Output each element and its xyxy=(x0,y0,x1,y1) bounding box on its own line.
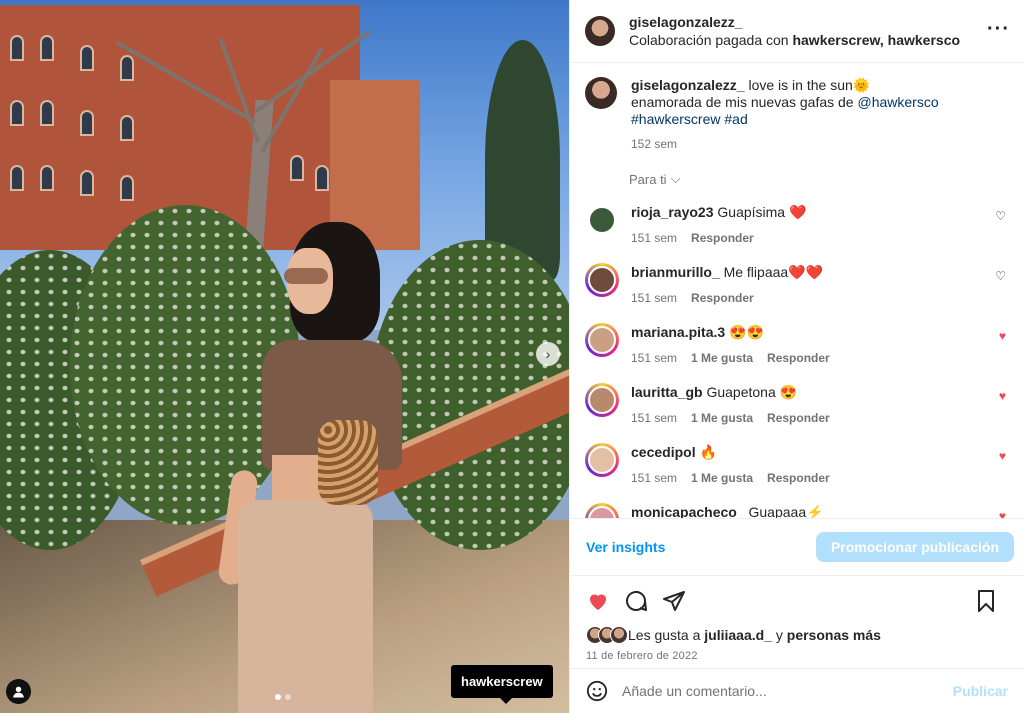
comment-meta: 151 sem 1 Me gusta Responder xyxy=(631,409,830,427)
promote-button[interactable]: Promocionar publicación xyxy=(815,532,1014,562)
comment-time: 151 sem xyxy=(631,471,678,485)
person-pants xyxy=(238,500,373,713)
add-comment-bar: Añade un comentario... Publicar xyxy=(570,668,1024,713)
comments-list[interactable]: giselagonzalezz_ love is in the sun🌞 ena… xyxy=(570,63,1024,518)
post-date: 11 de febrero de 2022 xyxy=(586,650,698,662)
comment-time: 151 sem xyxy=(631,411,678,425)
comment-meta: 151 sem Responder xyxy=(631,289,823,307)
reply-button[interactable]: Responder xyxy=(767,351,830,365)
comment-like-icon[interactable]: ♡ xyxy=(995,269,1006,283)
comment-time: 151 sem xyxy=(631,351,678,365)
comment-time: 151 sem xyxy=(631,231,678,245)
comment-likes[interactable]: 1 Me gusta xyxy=(691,471,753,485)
comment-meta: 151 sem Responder xyxy=(631,229,806,247)
carousel-next-button[interactable]: › xyxy=(536,342,560,366)
hashtag-link[interactable]: #ad xyxy=(724,111,747,127)
post-panel: giselagonzalezz_ Colaboración pagada con… xyxy=(569,0,1024,713)
comment-meta: 151 sem 1 Me gusta Responder xyxy=(631,469,830,487)
comment-like-icon[interactable]: ♥ xyxy=(999,389,1006,403)
header-username[interactable]: giselagonzalezz_ xyxy=(629,13,960,31)
caption-time: 152 sem xyxy=(631,137,678,151)
reply-button[interactable]: Responder xyxy=(767,471,830,485)
avatar[interactable] xyxy=(585,503,619,518)
emoji-icon[interactable] xyxy=(586,680,608,702)
comment-text: Me flipaaa❤️❤️ xyxy=(723,264,824,280)
comment-meta: 151 sem 1 Me gusta Responder xyxy=(631,349,830,367)
reply-button[interactable]: Responder xyxy=(691,231,754,245)
reply-button[interactable]: Responder xyxy=(691,291,754,305)
comment-row: rioja_rayo23 Guapísima ❤️ 151 sem Responde… xyxy=(585,203,1008,247)
view-insights-link[interactable]: Ver insights xyxy=(586,539,665,555)
comment-thread: rioja_rayo23 Guapísima ❤️ 151 sem Responde… xyxy=(585,203,1008,518)
comment-username[interactable]: mariana.pita.3 xyxy=(631,324,725,340)
comment-icon[interactable] xyxy=(624,589,648,613)
tag-label[interactable]: hawkerscrew xyxy=(451,665,553,704)
comment-like-icon[interactable]: ♥ xyxy=(999,329,1006,343)
comment-username[interactable]: lauritta_gb xyxy=(631,384,703,400)
publish-button[interactable]: Publicar xyxy=(953,683,1008,699)
mention-link[interactable]: @hawkersco xyxy=(857,94,938,110)
comment-username[interactable]: rioja_rayo23 xyxy=(631,204,714,220)
comment-filter[interactable]: Para ti ⌵ xyxy=(629,171,1008,187)
more-options-icon[interactable]: ··· xyxy=(987,18,1010,41)
comment-row: lauritta_gb Guapetona 😍 151 sem 1 Me gusta… xyxy=(585,383,1008,427)
comment-input[interactable]: Añade un comentario... xyxy=(622,683,953,699)
avatar[interactable] xyxy=(585,443,619,477)
avatar[interactable] xyxy=(585,203,619,237)
comment-username[interactable]: monicapacheco_ xyxy=(631,504,745,518)
sunglasses xyxy=(284,268,328,284)
paid-partnership: Colaboración pagada con hawkerscrew, haw… xyxy=(629,32,961,48)
comment-time: 151 sem xyxy=(631,291,678,305)
bookmark-icon[interactable] xyxy=(974,589,998,613)
post-header: giselagonzalezz_ Colaboración pagada con… xyxy=(570,0,1024,63)
reply-button[interactable]: Responder xyxy=(767,411,830,425)
chevron-down-icon: ⌵ xyxy=(670,171,681,186)
comment-text: Guapaaa⚡️ xyxy=(748,504,824,518)
insights-bar: Ver insights Promocionar publicación xyxy=(570,518,1024,576)
comment-like-icon[interactable]: ♥ xyxy=(999,449,1006,463)
share-icon[interactable] xyxy=(662,589,686,613)
action-bar xyxy=(570,576,1024,626)
caption-line1: love is in the sun🌞 xyxy=(748,77,871,93)
comment-row: mariana.pita.3 😍😍 151 sem 1 Me gusta Respon… xyxy=(585,323,1008,367)
user-icon xyxy=(13,686,24,698)
comment-like-icon[interactable]: ♥ xyxy=(999,509,1006,518)
avatar[interactable] xyxy=(585,323,619,357)
post-photo[interactable]: › hawkerscrew xyxy=(0,0,569,713)
leopard-bag xyxy=(318,420,378,505)
comment-text: 🔥 xyxy=(699,444,717,460)
comment-username[interactable]: brianmurillo_ xyxy=(631,264,720,280)
avatar[interactable] xyxy=(585,263,619,297)
avatar[interactable] xyxy=(585,77,617,109)
chevron-right-icon: › xyxy=(545,346,551,362)
avatar[interactable] xyxy=(585,16,615,46)
comment-text: 😍😍 xyxy=(729,324,764,340)
comment-text: Guapísima ❤️ xyxy=(717,204,807,220)
caption: giselagonzalezz_ love is in the sun🌞 ena… xyxy=(585,77,1008,153)
liker-username[interactable]: juliiaaa.d_ xyxy=(704,627,772,643)
comment-text: Guapetona 😍 xyxy=(706,384,798,400)
comment-row: monicapacheco_ Guapaaa⚡️ ♥ xyxy=(585,503,1008,518)
comment-likes[interactable]: 1 Me gusta xyxy=(691,351,753,365)
caption-line2: enamorada de mis nuevas gafas de xyxy=(631,94,854,110)
partner-links[interactable]: hawkerscrew, hawkersco xyxy=(792,32,960,48)
heart-icon[interactable] xyxy=(586,589,610,613)
carousel-indicator xyxy=(275,694,291,700)
likes-count-link[interactable]: personas más xyxy=(787,627,881,643)
post-dialog: › hawkerscrew giselagonzalezz_ Colaborac… xyxy=(0,0,1024,713)
tagged-users-button[interactable] xyxy=(6,679,31,704)
caption-username[interactable]: giselagonzalezz_ xyxy=(631,77,745,93)
comment-like-icon[interactable]: ♡ xyxy=(995,209,1006,223)
comment-row: cecedipol 🔥 151 sem 1 Me gusta Responder ♥ xyxy=(585,443,1008,487)
comment-username[interactable]: cecedipol xyxy=(631,444,696,460)
comment-row: brianmurillo_ Me flipaaa❤️❤️ 151 sem Respo… xyxy=(585,263,1008,307)
likes-summary: Les gusta a juliiaaa.d_ y personas más xyxy=(570,626,1024,644)
avatar[interactable] xyxy=(585,383,619,417)
hashtag-link[interactable]: #hawkerscrew xyxy=(631,111,720,127)
liker-avatars xyxy=(586,626,628,644)
comment-likes[interactable]: 1 Me gusta xyxy=(691,411,753,425)
